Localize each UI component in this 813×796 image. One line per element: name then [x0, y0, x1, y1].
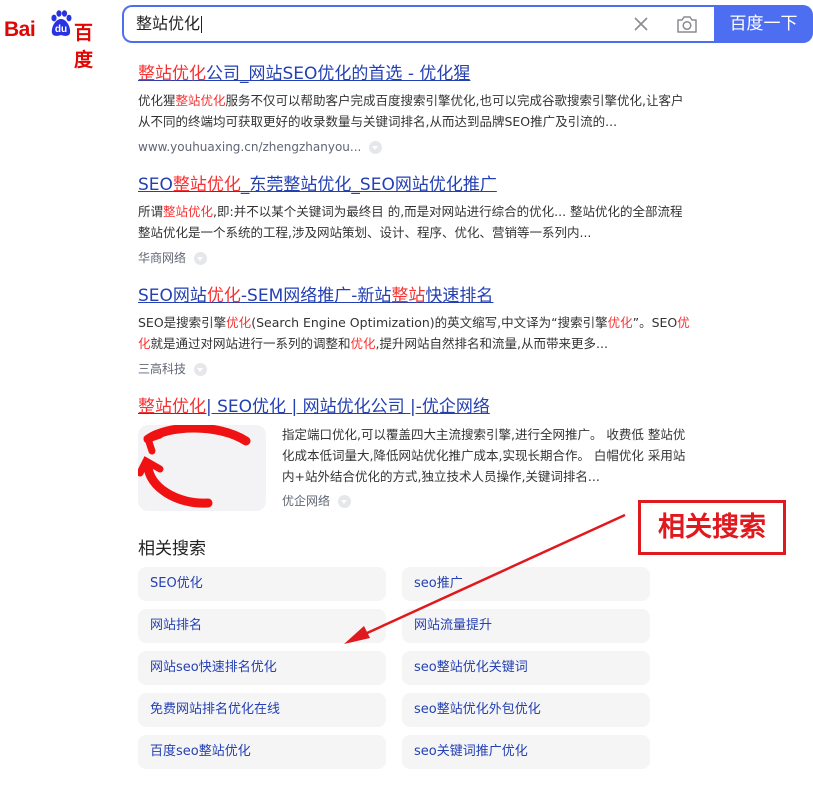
text-segment: ,即:并不以某个关键词为最终目 的,而是对网站进行综合的优化... 整站优化的全… — [138, 204, 683, 240]
highlighted-keyword: 整站 — [391, 286, 426, 306]
related-item[interactable]: seo整站优化关键词 — [402, 651, 650, 685]
highlighted-keyword: 优化 — [607, 315, 633, 330]
related-item[interactable]: 百度seo整站优化 — [138, 735, 386, 769]
text-segment: ,提升网站自然排名和流量,从而带来更多... — [375, 336, 608, 351]
related-item[interactable]: SEO优化 — [138, 567, 386, 601]
result-title[interactable]: SEO整站优化_东莞整站优化_SEO网站优化推广 — [138, 174, 698, 196]
text-segment: SEO — [138, 175, 173, 195]
dropdown-icon[interactable] — [194, 252, 208, 265]
highlighted-keyword: 优化 — [226, 315, 252, 330]
source-text[interactable]: 华商网络 — [138, 251, 186, 265]
highlighted-keyword: 整站优化 — [172, 175, 241, 195]
text-segment: SEO网站 — [138, 286, 207, 306]
result-abstract: 指定端口优化,可以覆盖四大主流搜索引擎,进行全网推广。 收费低 整站优化成本低词… — [282, 424, 692, 487]
result-abstract: 所谓整站优化,即:并不以某个关键词为最终目 的,而是对网站进行综合的优化... … — [138, 201, 690, 243]
related-item[interactable]: 网站排名 — [138, 609, 386, 643]
dropdown-icon[interactable] — [194, 363, 208, 376]
highlighted-keyword: 整站优化 — [138, 64, 206, 84]
related-item[interactable]: seo推广 — [402, 567, 650, 601]
source-text[interactable]: 优企网络 — [282, 494, 330, 508]
related-item[interactable]: seo整站优化外包优化 — [402, 693, 650, 727]
result-source: 三高科技 — [138, 360, 698, 378]
result-2: SEO整站优化_东莞整站优化_SEO网站优化推广 所谓整站优化,即:并不以某个关… — [138, 174, 698, 267]
result-abstract: SEO是搜索引擎优化(Search Engine Optimization)的英… — [138, 312, 690, 354]
related-item[interactable]: 网站流量提升 — [402, 609, 650, 643]
search-button[interactable]: 百度一下 — [714, 5, 813, 43]
highlighted-keyword: 整站优化 — [138, 397, 206, 417]
result-abstract: 优化猩整站优化服务不仅可以帮助客户完成百度搜索引擎优化,也可以完成谷歌搜索引擎优… — [138, 90, 690, 132]
text-caret — [201, 16, 203, 33]
result-1: 整站优化公司_网站SEO优化的首选 - 优化猩 优化猩整站优化服务不仅可以帮助客… — [138, 63, 698, 156]
annotation-callout: 相关搜索 — [638, 500, 786, 555]
result-source: 优企网络 — [282, 492, 352, 510]
related-item[interactable]: seo关键词推广优化 — [402, 735, 650, 769]
search-box: 整站优化 — [122, 5, 714, 43]
highlighted-keyword: 整站优化 — [175, 93, 226, 108]
text-segment: 公司_网站SEO优化的首选 - 优化猩 — [206, 64, 471, 84]
logo-du-text: du — [54, 24, 68, 35]
text-segment: | SEO优化 | 网站优化公司 |-优企网络 — [206, 397, 490, 417]
related-item[interactable]: 网站seo快速排名优化 — [138, 651, 386, 685]
logo-cn-text: 百度 — [74, 22, 94, 71]
text-segment: 优化猩 — [138, 93, 176, 108]
highlighted-keyword: 优化 — [350, 336, 376, 351]
highlighted-keyword: 整站优化 — [163, 204, 214, 219]
related-searches-title: 相关搜索 — [138, 539, 206, 559]
result-source: 华商网络 — [138, 249, 698, 267]
text-segment: _东莞整站优化_SEO网站优化推广 — [240, 175, 497, 195]
source-text[interactable]: www.youhuaxing.cn/zhengzhanyou... — [138, 140, 361, 154]
text-segment: -SEM网络推广-新站 — [240, 286, 392, 306]
clear-icon[interactable] — [632, 15, 650, 33]
result-title[interactable]: SEO网站优化-SEM网络推广-新站整站快速排名 — [138, 285, 698, 307]
logo-bai-text: Bai — [4, 18, 36, 41]
text-segment: 指定端口优化,可以覆盖四大主流搜索引擎,进行全网推广。 收费低 — [282, 427, 648, 442]
result-title[interactable]: 整站优化| SEO优化 | 网站优化公司 |-优企网络 — [138, 396, 698, 418]
source-text[interactable]: 三高科技 — [138, 362, 186, 376]
search-input[interactable]: 整站优化 — [136, 7, 616, 41]
result-3: SEO网站优化-SEM网络推广-新站整站快速排名 SEO是搜索引擎优化(Sear… — [138, 285, 698, 378]
text-segment: SEO是搜索引擎 — [138, 315, 227, 330]
refresh-arrow-image — [138, 425, 251, 508]
text-segment: 所谓 — [138, 204, 164, 219]
dropdown-icon[interactable] — [369, 141, 383, 154]
result-source: www.youhuaxing.cn/zhengzhanyou... — [138, 138, 698, 156]
text-segment: ”。SEO — [632, 315, 678, 330]
text-segment: 快速排名 — [425, 286, 494, 306]
related-item[interactable]: 免费网站排名优化在线 — [138, 693, 386, 727]
result-thumbnail[interactable] — [138, 425, 266, 511]
dropdown-icon[interactable] — [338, 495, 352, 508]
text-segment: (Search Engine Optimization)的英文缩写,中文译为“搜… — [251, 315, 608, 330]
result-title[interactable]: 整站优化公司_网站SEO优化的首选 - 优化猩 — [138, 63, 698, 85]
baidu-logo[interactable]: Bai du 百度 — [4, 6, 108, 71]
text-segment: 成本低词量大,降低网站优化推广成本,实现长期合作。 白帽优化 采用站内+站外结合… — [282, 448, 686, 484]
result-4: 整站优化| SEO优化 | 网站优化公司 |-优企网络 — [138, 396, 698, 418]
search-query: 整站优化 — [136, 14, 201, 33]
text-segment: 就是通过对网站进行一系列的调整和 — [150, 336, 351, 351]
highlighted-keyword: 优化 — [206, 286, 241, 306]
camera-icon[interactable] — [676, 14, 698, 34]
